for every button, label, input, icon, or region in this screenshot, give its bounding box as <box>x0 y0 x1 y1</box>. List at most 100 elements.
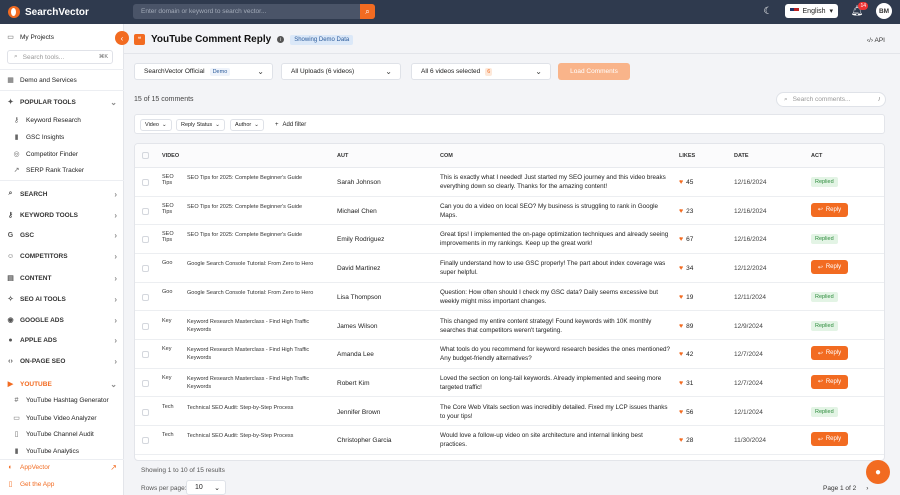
add-filter-button[interactable]: + Add filter <box>275 119 306 131</box>
sidebar-section-search[interactable]: ⌕ SEARCH › <box>7 190 117 199</box>
sidebar-section-gsc[interactable]: G GSC › <box>7 231 117 240</box>
sidebar-link-appvector[interactable]: ◐ AppVector ↗ <box>7 463 117 472</box>
sidebar-section-youtube[interactable]: ▶ YOUTUBE ⌄ <box>7 380 117 389</box>
comment-text: Loved the section on long-tail keywords.… <box>440 374 662 391</box>
notification-bell-icon[interactable]: 🔔︎ 14 <box>850 2 868 18</box>
load-comments-button[interactable]: Load Comments <box>558 63 630 80</box>
comment-text: This changed my entire content strategy!… <box>440 317 652 334</box>
sidebar-link-get-app[interactable]: ▯ Get the App <box>7 480 117 489</box>
likes-cell: ♥ 34 <box>679 265 693 272</box>
video-cell[interactable]: Tech Technical SEO Audit: Step-by-Step P… <box>162 432 322 440</box>
video-cell[interactable]: Tech Technical SEO Audit: Step-by-Step P… <box>162 404 322 412</box>
select-all-checkbox[interactable] <box>142 152 149 159</box>
reply-button[interactable]: ↩ Reply <box>811 432 848 447</box>
chevron-right-icon: › <box>114 357 117 366</box>
filter-label: Author <box>235 122 252 128</box>
row-checkbox[interactable] <box>142 322 149 330</box>
sidebar-item-serp-rank-tracker[interactable]: ↗ SERP Rank Tracker <box>13 166 123 175</box>
video-cell[interactable]: Key Keyword Research Masterclass - Find … <box>162 346 322 362</box>
notification-badge: 14 <box>858 2 868 10</box>
bar-chart-icon: ▮ <box>14 448 19 455</box>
sidebar-item-demo-services[interactable]: ▦ Demo and Services <box>7 76 117 85</box>
page-title: YouTube Comment Reply <box>151 34 272 45</box>
row-checkbox[interactable] <box>142 265 149 273</box>
reply-button[interactable]: ↩ Reply <box>811 374 848 389</box>
likes-cell: ♥ 19 <box>679 294 693 301</box>
language-selector[interactable]: English ▾ <box>784 4 838 18</box>
video-cell[interactable]: SEO Tips SEO Tips for 2025: Complete Beg… <box>162 231 322 243</box>
chat-support-button[interactable]: ● <box>866 460 890 484</box>
row-checkbox[interactable] <box>142 437 149 445</box>
search-icon[interactable]: ⌕ <box>360 4 375 19</box>
channel-select[interactable]: SearchVector Official Demo ⌄ <box>134 63 273 80</box>
sidebar-section-popular-tools[interactable]: ✦ POPULAR TOOLS ⌄ <box>7 98 117 107</box>
sidebar-item-youtube-channel-audit[interactable]: ▯ YouTube Channel Audit <box>13 430 123 439</box>
rows-per-page-select[interactable]: 10 ⌄ <box>186 480 226 495</box>
sidebar-item-label: YouTube Analytics <box>26 447 79 455</box>
column-header-likes[interactable]: LIKES <box>679 153 695 159</box>
global-search-input[interactable]: Enter domain or keyword to search vector… <box>133 4 375 19</box>
chevron-down-icon: ⌄ <box>161 122 167 128</box>
sidebar-section-apple-ads[interactable]: ● APPLE ADS › <box>7 336 117 345</box>
video-title: SEO Tips for 2025: Complete Beginner's G… <box>187 175 303 181</box>
row-checkbox[interactable] <box>142 236 149 244</box>
table-row: Key Keyword Research Masterclass - Find … <box>135 340 884 369</box>
sidebar-section-seo-ai-tools[interactable]: ✧ SEO AI TOOLS › <box>7 295 117 304</box>
sidebar-item-keyword-research[interactable]: ⚷ Keyword Research <box>13 116 123 125</box>
uploads-select[interactable]: All Uploads (6 videos) ⌄ <box>281 63 401 80</box>
brand-logo[interactable]: SearchVector <box>8 6 89 18</box>
row-checkbox[interactable] <box>142 179 149 186</box>
play-icon: ▶ <box>7 381 14 388</box>
video-cell[interactable]: SEO Tips SEO Tips for 2025: Complete Beg… <box>162 174 322 186</box>
video-cell[interactable]: Key Keyword Research Masterclass - Find … <box>162 375 322 391</box>
sidebar-item-gsc-insights[interactable]: ▮ GSC Insights <box>13 133 123 142</box>
users-icon: ☺ <box>7 253 15 260</box>
sidebar-search-input[interactable]: ⌕ Search tools... ⌘K <box>7 50 113 64</box>
filter-chip-author[interactable]: Author ⌄ <box>230 119 264 131</box>
column-header-author[interactable]: AUT <box>337 153 348 159</box>
sidebar-section-competitors[interactable]: ☺ COMPETITORS › <box>7 252 117 261</box>
video-cell[interactable]: Key Keyword Research Masterclass - Find … <box>162 318 322 334</box>
heart-icon: ♥ <box>679 265 684 273</box>
user-avatar[interactable]: BM <box>876 3 892 19</box>
sidebar-section-keyword-tools[interactable]: ⚷ KEYWORD TOOLS › <box>7 211 117 220</box>
video-cell[interactable]: Goo Google Search Console Tutorial: From… <box>162 260 322 268</box>
row-checkbox[interactable] <box>142 207 149 215</box>
sidebar-item-my-projects[interactable]: ▭ My Projects <box>7 33 117 42</box>
hashtag-icon: # <box>14 397 19 404</box>
sidebar-section-content[interactable]: ▤ CONTENT › <box>7 274 117 283</box>
author-name: Jennifer Brown <box>337 408 381 416</box>
sidebar-item-competitor-finder[interactable]: ◎ Competitor Finder <box>13 150 123 159</box>
dark-mode-icon[interactable]: ☾ <box>764 6 773 17</box>
video-cell[interactable]: SEO Tips SEO Tips for 2025: Complete Beg… <box>162 203 322 215</box>
reply-button[interactable]: ↩ Reply <box>811 202 848 217</box>
comment-text: Finally understand how to use GSC proper… <box>440 260 666 277</box>
appvector-logo-icon: ◐ <box>8 464 13 471</box>
video-cell[interactable]: Goo Google Search Console Tutorial: From… <box>162 289 322 297</box>
row-checkbox[interactable] <box>142 379 149 387</box>
chevron-right-icon: › <box>114 336 117 345</box>
row-checkbox[interactable] <box>142 408 149 416</box>
sidebar-item-youtube-hashtag-generator[interactable]: # YouTube Hashtag Generator <box>13 397 123 404</box>
column-header-date[interactable]: DATE <box>734 153 749 159</box>
sidebar-section-google-ads[interactable]: ◉ GOOGLE ADS › <box>7 316 117 325</box>
column-header-video[interactable]: VIDEO <box>162 153 179 159</box>
search-comments-input[interactable]: ⌕ Search comments... / <box>776 92 886 107</box>
reply-button[interactable]: ↩ Reply <box>811 346 848 361</box>
row-checkbox[interactable] <box>142 351 149 359</box>
api-link[interactable]: ‹/› API <box>867 37 885 44</box>
key-icon: ⚷ <box>7 212 14 219</box>
filter-chip-reply-status[interactable]: Reply Status ⌄ <box>176 119 225 131</box>
row-checkbox[interactable] <box>142 293 149 301</box>
next-page-icon[interactable]: › <box>866 485 868 492</box>
reply-button[interactable]: ↩ Reply <box>811 260 848 275</box>
info-icon[interactable]: i <box>277 36 285 43</box>
filter-chip-video[interactable]: Video ⌄ <box>140 119 172 131</box>
videos-select[interactable]: All 6 videos selected 6 ⌄ <box>411 63 551 80</box>
sidebar-item-youtube-analytics[interactable]: ▮ YouTube Analytics <box>13 447 123 456</box>
column-header-comment[interactable]: COM <box>440 153 453 159</box>
collapse-sidebar-button[interactable]: ‹ <box>115 31 129 45</box>
sidebar-item-youtube-video-analyzer[interactable]: ▭ YouTube Video Analyzer <box>13 414 123 423</box>
pagination: Page 1 of 2 › <box>823 485 868 492</box>
sidebar-section-on-page-seo[interactable]: ‹› ON-PAGE SEO › <box>7 357 117 366</box>
